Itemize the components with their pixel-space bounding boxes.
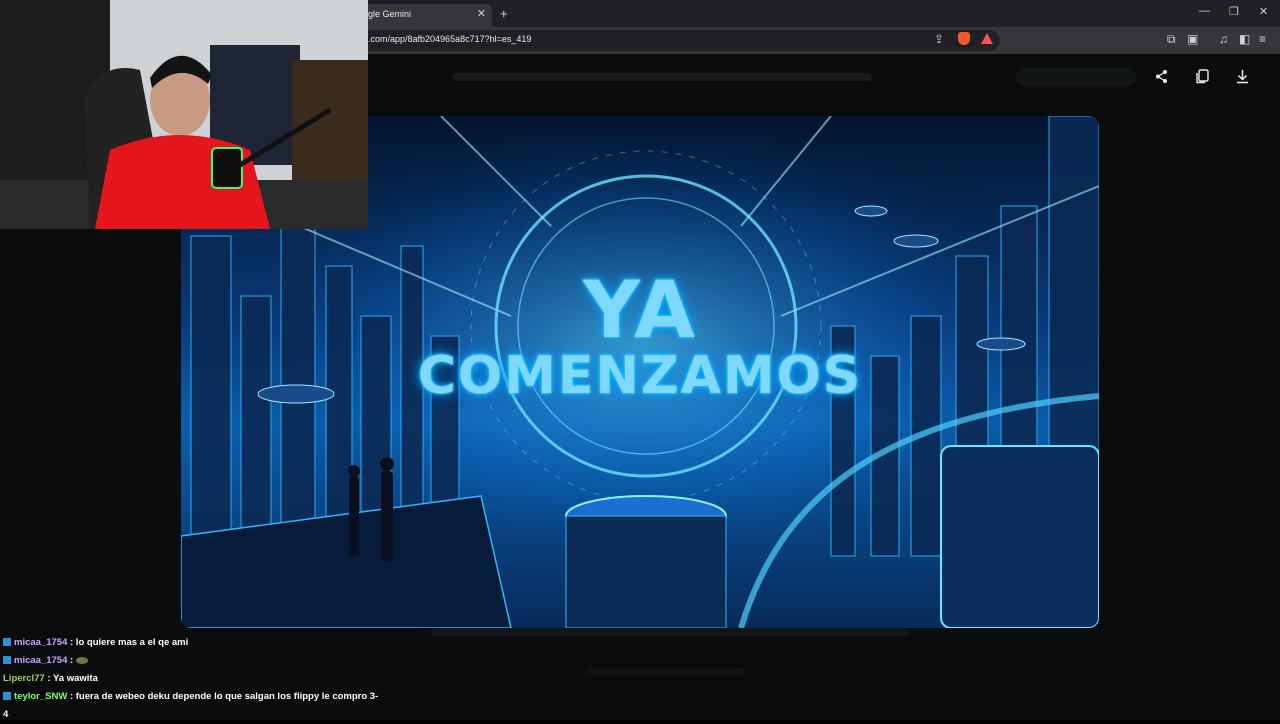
prompt-text-faded <box>452 73 872 81</box>
footer-faded <box>585 668 745 675</box>
brave-rewards-icon[interactable] <box>981 33 993 44</box>
chat-text: : lo quiere mas a el qe ami <box>70 637 189 648</box>
copy-icon[interactable] <box>1195 69 1210 88</box>
tab-title: gle Gemini <box>368 9 412 19</box>
chat-message-continued: 4 <box>0 706 380 724</box>
sidebar-toggle-icon[interactable]: ◧ <box>1239 32 1250 46</box>
chat-message: micaa_1754 : lo quiere mas a el qe ami <box>0 634 380 652</box>
chat-message: teylor_SNW : fuera de webeo deku depende… <box>0 688 380 706</box>
chat-badge-icon <box>3 656 11 664</box>
caption-faded <box>430 628 910 636</box>
sidebar-wallet-icon[interactable]: ▣ <box>1187 32 1198 46</box>
chat-text: : fuera de webeo deku depende lo que sal… <box>69 691 379 702</box>
chat-overlay: micaa_1754 : lo quiere mas a el qe ami m… <box>0 634 380 724</box>
media-icon[interactable]: ♫ <box>1219 32 1228 46</box>
emote-icon <box>75 656 88 664</box>
webcam-overlay <box>0 0 368 229</box>
chat-username: micaa_1754 <box>14 637 68 648</box>
chat-username: teylor_SNW <box>14 691 68 702</box>
close-tab-icon[interactable]: ✕ <box>477 7 486 20</box>
chat-message: micaa_1754 : <box>0 652 380 670</box>
brave-shield-icon[interactable] <box>958 32 970 45</box>
faded-chip <box>1016 68 1136 86</box>
image-title-line-2: COMENZAMOS <box>417 346 863 406</box>
menu-icon[interactable]: ≡ <box>1259 32 1266 46</box>
address-bar[interactable]: .com/app/8afb204965a8c717?hl=es_419 <box>360 30 1000 51</box>
minimize-icon[interactable]: — <box>1199 5 1210 17</box>
browser-tab-gemini[interactable]: gle Gemini ✕ <box>360 4 492 27</box>
chat-text: : Ya wawita <box>47 673 98 684</box>
new-tab-button[interactable]: + <box>500 6 508 21</box>
download-icon[interactable] <box>1235 69 1250 88</box>
chat-text: : <box>70 655 74 666</box>
chat-text: 4 <box>3 709 9 720</box>
close-window-icon[interactable]: ✕ <box>1259 5 1268 18</box>
chat-message: Lipercl77 : Ya wawita <box>0 670 380 688</box>
streamer-webcam-image <box>0 0 368 229</box>
chat-badge-icon <box>3 692 11 700</box>
url-text: .com/app/8afb204965a8c717?hl=es_419 <box>368 34 532 44</box>
share-icon[interactable] <box>1154 69 1169 88</box>
chat-username: micaa_1754 <box>14 655 68 666</box>
share-page-icon[interactable]: ⇪ <box>934 32 944 46</box>
chat-username: Lipercl77 <box>3 673 45 684</box>
restore-icon[interactable]: ❐ <box>1229 5 1239 18</box>
extensions-icon[interactable]: ⧉ <box>1167 32 1176 47</box>
chat-badge-icon <box>3 638 11 646</box>
image-title-line-1: YA <box>583 266 697 356</box>
